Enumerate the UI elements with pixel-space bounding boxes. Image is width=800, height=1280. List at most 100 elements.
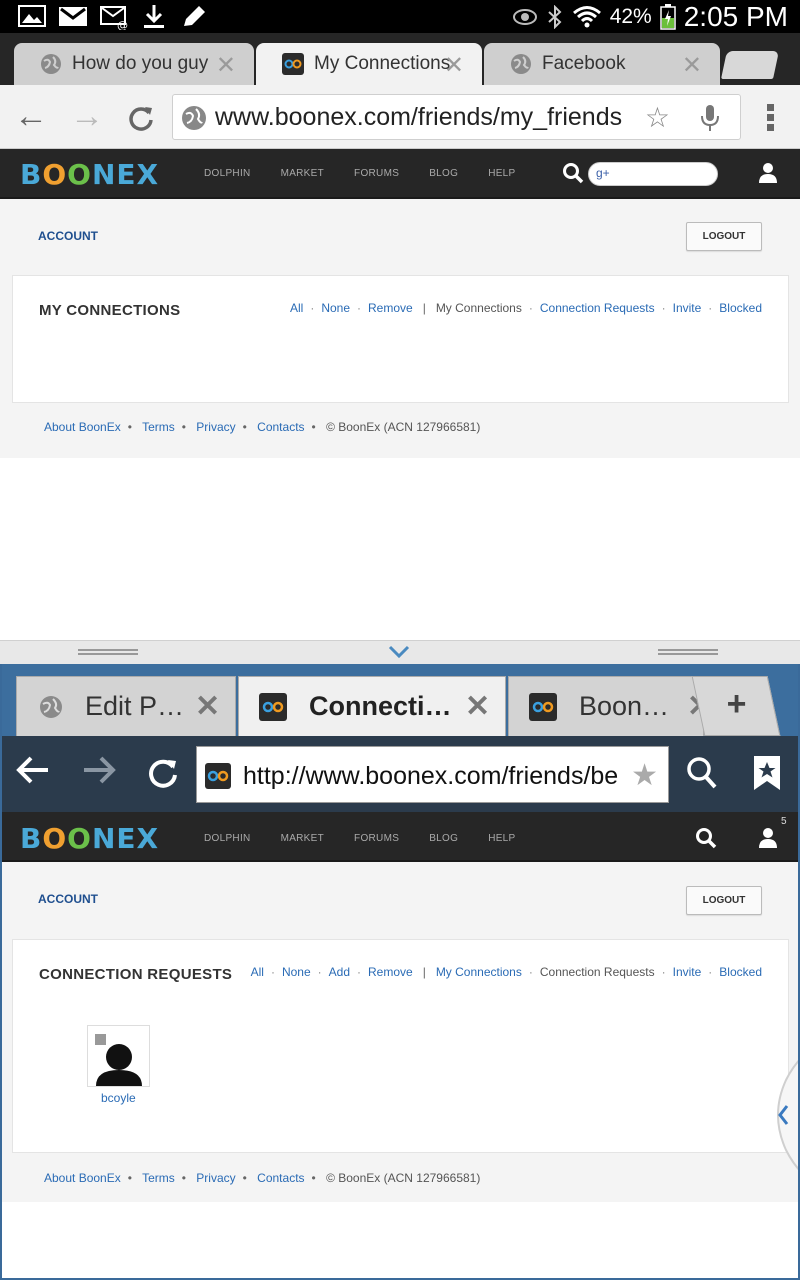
link-all[interactable]: All [251,965,264,979]
nav-blog[interactable]: BLOG [429,833,458,844]
close-icon[interactable]: ✕ [465,689,490,724]
link-all[interactable]: All [290,301,303,315]
tab-my-connections[interactable]: My Connections ✕ [256,43,482,85]
new-tab-button[interactable]: + [691,676,781,736]
url-text[interactable]: www.boonex.com/friends/my_friends [215,103,622,132]
status-bar: @ 42% 2:05 PM [0,0,800,33]
link-none[interactable]: None [282,965,311,979]
user-icon[interactable] [757,827,779,849]
nav-market[interactable]: MARKET [281,833,324,844]
member-avatar[interactable] [87,1025,150,1087]
tab-how-do-you-guy[interactable]: How do you guy ✕ [14,43,254,85]
nav-dolphin[interactable]: DOLPHIN [204,168,251,179]
logout-button[interactable]: LOGOUT [686,222,762,251]
globe-icon [182,106,206,130]
link-none[interactable]: None [321,301,350,315]
footer-contacts[interactable]: Contacts [257,420,304,434]
microphone-icon[interactable] [700,104,720,132]
svg-text:@: @ [117,19,128,30]
forward-icon[interactable] [82,754,116,786]
close-icon[interactable]: ✕ [444,51,464,80]
tab-boon[interactable]: Boon… ✕ [508,676,712,736]
link-my-connections[interactable]: My Connections [436,965,522,979]
wifi-icon [572,5,601,27]
side-panel-handle[interactable] [766,1040,800,1190]
new-tab-button[interactable] [721,51,779,79]
member-name-link[interactable]: bcoyle [101,1091,136,1105]
tab-facebook[interactable]: Facebook ✕ [484,43,720,85]
footer-terms[interactable]: Terms [142,420,175,434]
back-icon[interactable]: ← [14,97,48,136]
close-icon[interactable]: ✕ [216,51,236,80]
logout-button[interactable]: LOGOUT [686,886,762,915]
clock: 2:05 PM [683,0,788,32]
boonex-header: BOONEX DOLPHIN MARKET FORUMS BLOG HELP 5 [0,812,800,862]
footer-about[interactable]: About BoonEx [44,420,121,434]
link-remove[interactable]: Remove [368,965,413,979]
link-add[interactable]: Add [329,965,350,979]
tab-label: My Connections [314,53,451,74]
google-plus-hint: g+ [596,166,610,180]
my-connections-card: MY CONNECTIONS All · None · Remove | My Con… [12,275,789,403]
search-input[interactable]: g+ [588,162,718,186]
link-remove[interactable]: Remove [368,301,413,315]
footer-terms[interactable]: Terms [142,1171,175,1185]
url-bar[interactable]: http://www.boonex.com/friends/be ★ [196,746,669,803]
link-invite[interactable]: Invite [673,965,702,979]
user-icon[interactable] [757,162,779,184]
close-icon[interactable]: ✕ [195,689,220,724]
search-icon[interactable] [695,827,717,849]
star-icon[interactable]: ★ [631,758,658,793]
link-blocked[interactable]: Blocked [719,965,762,979]
boonex-logo[interactable]: BOONEX [20,158,159,191]
drag-handle-icon[interactable] [658,649,718,655]
search-icon[interactable] [686,756,718,790]
url-text[interactable]: http://www.boonex.com/friends/be [243,762,627,791]
account-link[interactable]: ACCOUNT [38,892,98,906]
menu-icon[interactable] [766,103,776,133]
gmail-icon [59,7,87,26]
link-connection-requests[interactable]: Connection Requests [540,301,655,315]
eye-icon [512,8,537,25]
footer-privacy[interactable]: Privacy [196,420,235,434]
close-icon[interactable]: ✕ [682,51,702,80]
nav-help[interactable]: HELP [488,833,515,844]
nav-dolphin[interactable]: DOLPHIN [204,833,251,844]
nav-blog[interactable]: BLOG [429,168,458,179]
back-icon[interactable] [16,754,50,786]
battery-level: 42% [609,4,652,28]
reload-icon[interactable] [128,105,154,131]
footer-privacy[interactable]: Privacy [196,1171,235,1185]
footer-contacts[interactable]: Contacts [257,1171,304,1185]
tab-edit-p[interactable]: Edit P… ✕ [16,676,236,736]
download-icon [144,5,164,28]
drag-handle-icon[interactable] [78,649,138,655]
tab-label: How do you guy [72,53,209,74]
split-screen-divider[interactable] [0,640,800,664]
reload-icon[interactable] [148,758,178,788]
forward-icon[interactable]: → [70,97,104,136]
tab-connecti[interactable]: Connecti… ✕ [238,676,506,736]
top-page-body: ACCOUNT LOGOUT MY CONNECTIONS All · None ·… [0,199,800,458]
link-invite[interactable]: Invite [673,301,702,315]
nav-market[interactable]: MARKET [281,168,324,179]
nav-forums[interactable]: FORUMS [354,833,399,844]
omnibox[interactable]: www.boonex.com/friends/my_friends ☆ [172,94,741,140]
card-title: CONNECTION REQUESTS [39,966,233,983]
bookmark-icon[interactable] [752,754,782,792]
footer-about[interactable]: About BoonEx [44,1171,121,1185]
link-blocked[interactable]: Blocked [719,301,762,315]
card-actions: All · None · Add · Remove | My Connections · … [250,965,762,979]
nav-help[interactable]: HELP [488,168,515,179]
nav-forums[interactable]: FORUMS [354,168,399,179]
boonex-logo[interactable]: BOONEX [20,822,159,855]
plus-icon: + [726,685,747,723]
account-link[interactable]: ACCOUNT [38,229,98,243]
chevron-down-icon[interactable] [387,644,411,660]
samsung-tab-strip: Edit P… ✕ Connecti… ✕ Boon… ✕ + [0,664,800,736]
main-nav: DOLPHIN MARKET FORUMS BLOG HELP [204,168,516,179]
search-icon[interactable] [562,162,584,184]
footer-copyright: © BoonEx (ACN 127966581) [326,1171,481,1185]
battery-charging-icon [659,3,676,30]
star-icon[interactable]: ☆ [645,101,670,134]
